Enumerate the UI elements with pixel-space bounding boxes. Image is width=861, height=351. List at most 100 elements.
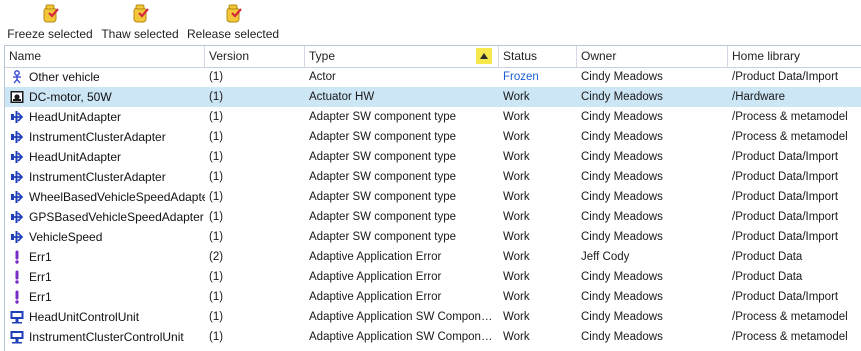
cell-status: Work xyxy=(503,131,530,143)
cell-name-text: VehicleSpeed xyxy=(29,230,103,244)
cell-name-text: GPSBasedVehicleSpeedAdapter xyxy=(29,210,204,224)
cell-owner: Cindy Meadows xyxy=(581,331,663,343)
cell-name-text: Err1 xyxy=(29,270,52,284)
table-row[interactable]: VehicleSpeed (1) Adapter SW component type… xyxy=(5,227,861,247)
adapter-icon xyxy=(10,230,24,244)
table-row[interactable]: HeadUnitAdapter (1) Adapter SW component t… xyxy=(5,107,861,127)
cell-type: Adapter SW component type xyxy=(309,131,457,143)
cell-owner: Cindy Meadows xyxy=(581,91,663,103)
cell-name-text: Err1 xyxy=(29,290,52,304)
table-row[interactable]: InstrumentClusterControlUnit (1) Adaptive … xyxy=(5,327,861,347)
cell-type: Actuator HW xyxy=(309,91,375,103)
cell-status: Work xyxy=(503,91,530,103)
cell-name: Other vehicle xyxy=(5,67,205,87)
cell-home: /Product Data/Import xyxy=(732,151,839,163)
thaw-icon xyxy=(133,4,149,23)
freeze-icon xyxy=(43,4,59,23)
cell-version: (1) xyxy=(209,191,224,203)
cell-name: WheelBasedVehicleSpeedAdapter xyxy=(5,187,205,207)
cell-name: HeadUnitControlUnit xyxy=(5,307,205,327)
column-header-type[interactable]: Type xyxy=(305,46,499,67)
table-header: Name Version Type Status Owner Home libr… xyxy=(5,46,861,68)
thaw-selected-button[interactable]: Thaw selected xyxy=(100,2,180,42)
table-row[interactable]: HeadUnitAdapter (1) Adapter SW component t… xyxy=(5,147,861,167)
error-icon xyxy=(10,270,24,284)
cell-status: Work xyxy=(503,291,530,303)
cell-status: Work xyxy=(503,211,530,223)
cell-home: /Process & metamodel xyxy=(732,311,848,323)
column-header-name[interactable]: Name xyxy=(5,46,205,67)
control-unit-icon xyxy=(10,330,24,344)
column-header-version[interactable]: Version xyxy=(205,46,305,67)
cell-type: Adapter SW component type xyxy=(309,211,457,223)
freeze-selected-label: Freeze selected xyxy=(7,27,93,41)
cell-name: VehicleSpeed xyxy=(5,227,205,247)
cell-name-text: InstrumentClusterAdapter xyxy=(29,130,166,144)
freeze-selected-button[interactable]: Freeze selected xyxy=(6,2,94,42)
cell-version: (1) xyxy=(209,271,224,283)
adapter-icon xyxy=(10,190,24,204)
column-header-status[interactable]: Status xyxy=(499,46,577,67)
cell-name: InstrumentClusterAdapter xyxy=(5,127,205,147)
cell-name: Err1 xyxy=(5,287,205,307)
table-row[interactable]: Err1 (2) Adaptive Application Error Work Jef… xyxy=(5,247,861,267)
cell-version: (1) xyxy=(209,131,224,143)
cell-type: Adaptive Application SW Compon… xyxy=(309,331,493,343)
cell-type: Adaptive Application Error xyxy=(309,291,442,303)
column-header-home-library[interactable]: Home library xyxy=(728,46,861,67)
cell-name: Err1 xyxy=(5,267,205,287)
cell-status: Work xyxy=(503,251,530,263)
cell-version: (1) xyxy=(209,331,224,343)
cell-version: (1) xyxy=(209,231,224,243)
toolbar: Freeze selected Thaw selected Release se… xyxy=(0,0,861,44)
cell-type: Adaptive Application SW Compon… xyxy=(309,311,493,323)
table-row[interactable]: WheelBasedVehicleSpeedAdapter (1) Adapter … xyxy=(5,187,861,207)
cell-name-text: HeadUnitControlUnit xyxy=(29,310,140,324)
column-header-owner[interactable]: Owner xyxy=(577,46,728,67)
cell-owner: Cindy Meadows xyxy=(581,271,663,283)
cell-version: (1) xyxy=(209,91,224,103)
cell-version: (1) xyxy=(209,291,224,303)
cell-type: Actor xyxy=(309,71,336,83)
cell-owner: Cindy Meadows xyxy=(581,131,663,143)
cell-name-text: HeadUnitAdapter xyxy=(29,110,122,124)
table-row[interactable]: Err1 (1) Adaptive Application Error Work Cin… xyxy=(5,287,861,307)
thaw-selected-label: Thaw selected xyxy=(101,27,179,41)
cell-type: Adapter SW component type xyxy=(309,191,457,203)
cell-status: Frozen xyxy=(503,71,539,83)
cell-owner: Jeff Cody xyxy=(581,251,630,263)
table-row[interactable]: Other vehicle (1) Actor Frozen Cindy Meadows… xyxy=(5,67,861,87)
adapter-icon xyxy=(10,130,24,144)
release-icon xyxy=(226,4,242,23)
release-selected-button[interactable]: Release selected xyxy=(187,2,279,42)
cell-name: InstrumentClusterControlUnit xyxy=(5,327,205,347)
table-row[interactable]: Err1 (1) Adaptive Application Error Work Cin… xyxy=(5,267,861,287)
cell-version: (1) xyxy=(209,71,224,83)
table-row[interactable]: DC-motor, 50W (1) Actuator HW Work Cindy Mea… xyxy=(5,87,861,107)
cell-status: Work xyxy=(503,151,530,163)
cell-name-text: DC-motor, 50W xyxy=(29,90,112,104)
cell-name: HeadUnitAdapter xyxy=(5,107,205,127)
cell-home: /Process & metamodel xyxy=(732,111,848,123)
table-row[interactable]: HeadUnitControlUnit (1) Adaptive Applicati… xyxy=(5,307,861,327)
cell-home: /Product Data xyxy=(732,271,803,283)
cell-owner: Cindy Meadows xyxy=(581,211,663,223)
cell-status: Work xyxy=(503,331,530,343)
hardware-icon xyxy=(10,90,24,104)
cell-home: /Product Data/Import xyxy=(732,191,839,203)
table-row[interactable]: InstrumentClusterAdapter (1) Adapter SW co… xyxy=(5,167,861,187)
cell-home: /Product Data/Import xyxy=(732,71,839,83)
table-row[interactable]: InstrumentClusterAdapter (1) Adapter SW co… xyxy=(5,127,861,147)
error-icon xyxy=(10,290,24,304)
cell-status: Work xyxy=(503,231,530,243)
cell-owner: Cindy Meadows xyxy=(581,191,663,203)
objects-table: Name Version Type Status Owner Home libr… xyxy=(4,45,861,351)
adapter-icon xyxy=(10,210,24,224)
table-row[interactable]: GPSBasedVehicleSpeedAdapter (1) Adapter SW… xyxy=(5,207,861,227)
cell-type: Adapter SW component type xyxy=(309,231,457,243)
adapter-icon xyxy=(10,150,24,164)
cell-owner: Cindy Meadows xyxy=(581,231,663,243)
cell-name-text: Other vehicle xyxy=(29,70,100,84)
column-header-type-label: Type xyxy=(309,49,336,63)
cell-type: Adaptive Application Error xyxy=(309,271,442,283)
